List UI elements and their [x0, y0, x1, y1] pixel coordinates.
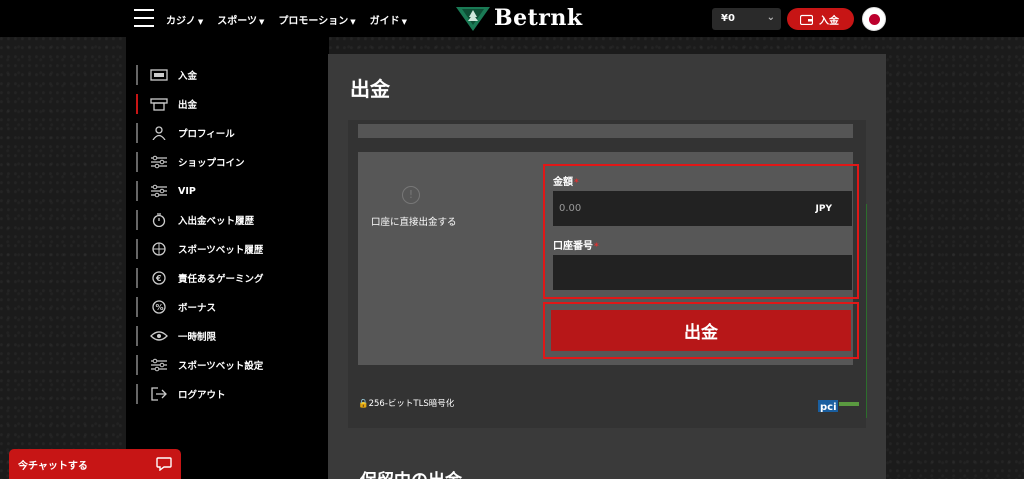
wallet-icon	[800, 14, 813, 25]
sidebar-item-transaction-history[interactable]: 入出金ベット履歴	[136, 210, 254, 230]
logo-text: Betrnk	[494, 5, 583, 31]
coin-icon: €	[152, 271, 166, 285]
sidebar-item-sports-bet-settings[interactable]: スポーツベット設定	[136, 355, 263, 375]
sidebar-item-responsible-gaming[interactable]: € 責任あるゲーミング	[136, 268, 264, 288]
chat-bubble-icon	[156, 457, 172, 471]
chat-label: 今チャットする	[18, 460, 88, 472]
pci-logo-icon: pci	[818, 400, 859, 413]
chevron-down-icon: ▼	[197, 18, 204, 26]
sidebar-item-temporary-limit[interactable]: 一時制限	[136, 326, 216, 346]
percent-icon: %	[152, 300, 166, 314]
sliders-icon	[151, 184, 167, 198]
sidebar-item-logout[interactable]: ログアウト	[136, 384, 226, 404]
cash-icon	[150, 69, 168, 81]
sidebar-item-shop-coin[interactable]: ショップコイン	[136, 152, 245, 172]
currency-label: JPY	[815, 204, 832, 214]
submit-highlight: 出金	[543, 302, 859, 359]
required-mark: *	[574, 178, 579, 188]
deposit-button[interactable]: 入金	[787, 8, 854, 30]
user-icon	[152, 126, 166, 140]
pending-withdrawals-title: 保留中の出金	[360, 466, 462, 479]
sliders-icon	[151, 358, 167, 372]
amount-label: 金額*	[553, 177, 579, 188]
svg-text:%: %	[156, 303, 164, 312]
form-highlight: 金額* 0.00 JPY 口座番号*	[543, 164, 859, 299]
withdraw-submit-button[interactable]: 出金	[551, 310, 851, 351]
menu-icon[interactable]	[134, 9, 154, 27]
method-label: 口座に直接出金する	[371, 217, 457, 228]
sidebar-item-bonus[interactable]: % ボーナス	[136, 297, 216, 317]
withdraw-panel: 出金 ! 口座に直接出金する 金額* 0.00 JPY 口座番号* 出金 🔒25…	[328, 54, 886, 479]
sidebar-item-sports-bet-history[interactable]: スポーツベット履歴	[136, 239, 263, 259]
main-nav: カジノ ▼ スポーツ ▼ プロモーション ▼ ガイド ▼	[166, 12, 407, 27]
sidebar-item-withdraw[interactable]: 出金	[136, 94, 197, 114]
chevron-down-icon: ▼	[259, 18, 265, 26]
chevron-down-icon: ▼	[401, 18, 407, 26]
account-number-input[interactable]	[553, 255, 852, 290]
withdraw-method-card: ! 口座に直接出金する 金額* 0.00 JPY 口座番号* 出金	[358, 152, 859, 365]
nav-casino[interactable]: カジノ ▼	[166, 12, 203, 27]
divider	[866, 204, 867, 418]
japan-flag-icon[interactable]	[862, 7, 886, 31]
required-mark: *	[594, 242, 599, 252]
method-tab-strip[interactable]	[358, 124, 853, 138]
svg-text:€: €	[155, 274, 162, 283]
sidebar-item-profile[interactable]: プロフィール	[136, 123, 235, 143]
logo[interactable]: Betrnk	[456, 5, 583, 31]
amount-input[interactable]: 0.00 JPY	[553, 191, 852, 226]
svg-text:pci: pci	[820, 402, 837, 413]
logo-mark-icon	[456, 7, 490, 31]
ball-icon	[152, 242, 166, 256]
nav-sports[interactable]: スポーツ ▼	[217, 12, 264, 27]
chevron-down-icon: ⌄	[766, 12, 775, 23]
amount-placeholder: 0.00	[559, 203, 582, 214]
security-note: 🔒256-ビットTLS暗号化	[358, 399, 455, 409]
sidebar-item-deposit[interactable]: 入金	[136, 65, 197, 85]
info-icon[interactable]: !	[402, 186, 420, 204]
page-title: 出金	[350, 77, 390, 101]
sidebar-item-vip[interactable]: VIP	[136, 181, 196, 201]
nav-promotions[interactable]: プロモーション ▼	[278, 12, 355, 27]
balance-dropdown[interactable]: ¥0 ⌄	[712, 8, 781, 30]
logout-icon	[151, 387, 167, 401]
account-sidebar: 入金 出金 プロフィール ショップコイン VIP 入出金ベット履歴 スポーツベッ…	[126, 37, 329, 479]
timer-icon	[152, 213, 166, 227]
chevron-down-icon: ▼	[350, 18, 356, 26]
eye-icon	[150, 331, 168, 341]
account-number-label: 口座番号*	[553, 241, 599, 252]
deposit-label: 入金	[819, 15, 839, 27]
top-bar: カジノ ▼ スポーツ ▼ プロモーション ▼ ガイド ▼ Betrnk ¥0 ⌄ 入金	[0, 0, 1024, 37]
lock-icon: 🔒	[358, 399, 369, 409]
atm-icon	[150, 98, 168, 111]
chat-now-button[interactable]: 今チャットする	[9, 449, 181, 479]
sliders-icon	[151, 155, 167, 169]
balance-value: ¥0	[721, 13, 735, 24]
nav-guide[interactable]: ガイド ▼	[370, 12, 407, 27]
